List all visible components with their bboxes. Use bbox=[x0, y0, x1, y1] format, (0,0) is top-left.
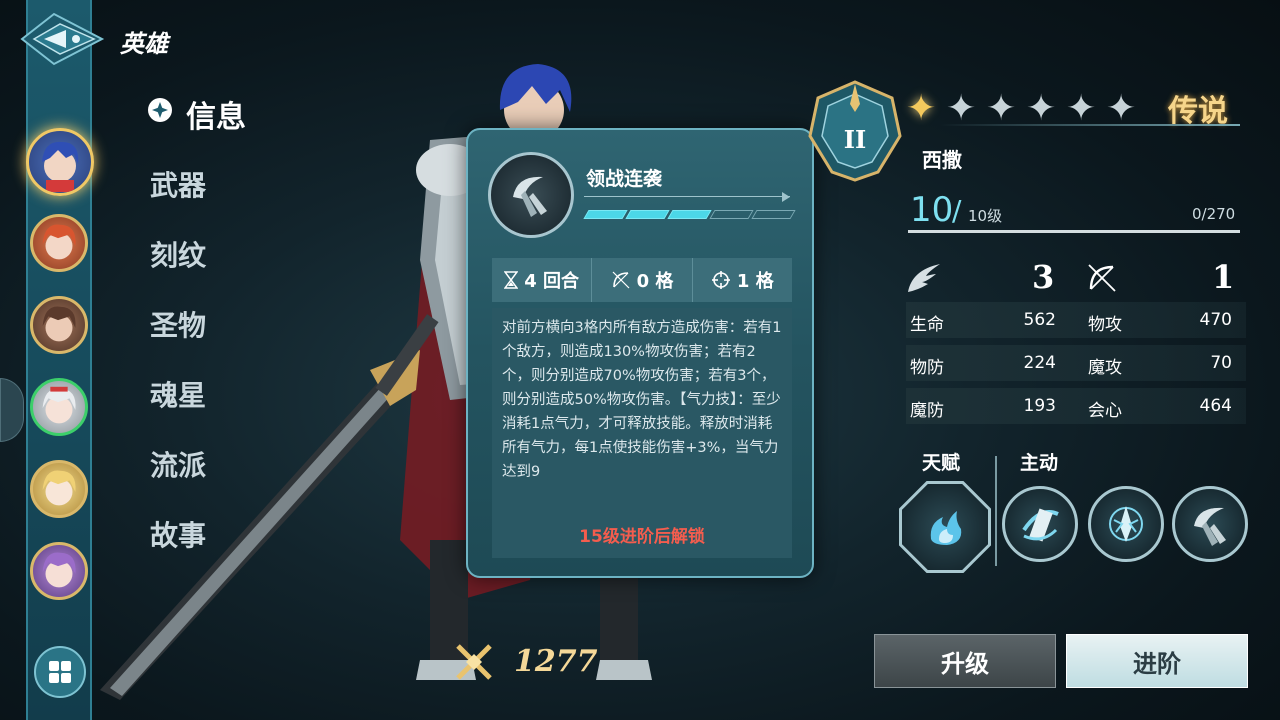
hourglass-icon bbox=[504, 271, 519, 289]
avatar-portrait-icon bbox=[42, 141, 79, 192]
active-skill-2-button[interactable] bbox=[1088, 486, 1164, 562]
advance-button[interactable]: 进阶 bbox=[1066, 634, 1248, 688]
attribute-row: 魔防 193 会心 464 bbox=[906, 388, 1246, 424]
hero-level: 10 bbox=[910, 190, 954, 230]
star-empty-icon: ✦ bbox=[1106, 88, 1137, 129]
spirit-blade-icon bbox=[1109, 506, 1143, 542]
attr-value: 70 bbox=[1210, 353, 1232, 373]
blue-flame-icon bbox=[930, 511, 962, 545]
divider bbox=[584, 196, 790, 197]
hero-list-rail bbox=[26, 0, 92, 720]
star-empty-icon: ✦ bbox=[986, 88, 1017, 129]
attr-label: 生命 bbox=[910, 315, 944, 335]
bow-icon bbox=[612, 271, 630, 289]
range-value: 0 格 bbox=[636, 271, 674, 292]
range-stat: 0 格 bbox=[592, 258, 693, 302]
hero-avatar-2[interactable] bbox=[30, 214, 88, 272]
page-title: 英雄 bbox=[120, 30, 168, 58]
area-stat: 1 格 bbox=[693, 258, 792, 302]
move-value: 3 bbox=[1032, 258, 1055, 296]
skill-name: 领战连袭 bbox=[586, 168, 663, 190]
star-empty-icon: ✦ bbox=[1026, 88, 1057, 129]
hero-avatar-6[interactable] bbox=[30, 542, 88, 600]
star-filled-icon: ✦ bbox=[906, 88, 937, 129]
skill-description-box[interactable]: 对前方横向3格内所有敌方造成伤害：若有1个敌方，则造成130%物攻伤害；若有2个… bbox=[492, 308, 792, 558]
hero-avatar-3[interactable] bbox=[30, 296, 88, 354]
target-icon bbox=[711, 271, 730, 289]
rank-badge-icon: II bbox=[808, 80, 902, 182]
hero-avatar-5[interactable] bbox=[30, 460, 88, 518]
attr-label: 会心 bbox=[1088, 401, 1122, 421]
hero-avatar-xisa[interactable] bbox=[26, 128, 94, 196]
talent-section-title: 天赋 bbox=[922, 452, 961, 474]
star-empty-icon: ✦ bbox=[1066, 88, 1097, 129]
back-arrow-icon bbox=[20, 12, 105, 66]
rank-numeral: II bbox=[844, 125, 866, 154]
grid-icon bbox=[49, 661, 71, 683]
scythe-icon bbox=[1194, 507, 1226, 546]
level-slash: / bbox=[952, 194, 962, 227]
wing-move-icon bbox=[908, 264, 940, 292]
skill-icon-scythe bbox=[488, 152, 574, 238]
skill-description: 对前方横向3格内所有敌方造成伤害：若有1个敌方，则造成130%物攻伤害；若有2个… bbox=[502, 320, 782, 480]
side-drawer-handle[interactable] bbox=[0, 378, 24, 442]
skill-stats-row: 4 回合 0 格 1 格 bbox=[492, 258, 792, 302]
grid-menu-button[interactable] bbox=[34, 646, 86, 698]
attribute-row: 生命 562 物攻 470 bbox=[906, 302, 1246, 338]
avatar-portrait-icon bbox=[42, 470, 76, 506]
attr-label: 魔攻 bbox=[1088, 358, 1122, 378]
combat-power-value: 1277 bbox=[514, 644, 598, 679]
hero-avatar-4[interactable] bbox=[30, 378, 88, 436]
attribute-row: 物防 224 魔攻 70 bbox=[906, 345, 1246, 381]
attr-value: 224 bbox=[1023, 353, 1056, 373]
arrow-right-icon bbox=[782, 192, 790, 202]
exp-bar bbox=[908, 230, 1240, 233]
avatar-portrait-icon bbox=[42, 386, 76, 424]
crossed-swords-icon bbox=[456, 644, 492, 680]
exp-value: 0/270 bbox=[1192, 205, 1236, 223]
slash-wave-icon bbox=[1022, 508, 1059, 542]
cooldown-value: 4 回合 bbox=[524, 271, 580, 292]
attr-value: 464 bbox=[1199, 396, 1232, 416]
level-segment bbox=[625, 210, 670, 219]
attr-value: 562 bbox=[1023, 310, 1056, 330]
star-empty-icon: ✦ bbox=[946, 88, 977, 129]
unlock-requirement: 15级进阶后解锁 bbox=[492, 510, 792, 558]
attr-value: 193 bbox=[1023, 396, 1056, 416]
avatar-portrait-icon bbox=[42, 306, 76, 342]
active-section-title: 主动 bbox=[1020, 452, 1059, 474]
avatar-portrait-icon bbox=[42, 224, 76, 260]
upgrade-button[interactable]: 升级 bbox=[874, 634, 1056, 688]
level-segment bbox=[583, 210, 628, 219]
attr-value: 470 bbox=[1199, 310, 1232, 330]
attr-label: 物防 bbox=[910, 358, 944, 378]
active-skill-3-button[interactable] bbox=[1172, 486, 1248, 562]
scythe-icon bbox=[513, 176, 547, 217]
attr-label: 魔防 bbox=[910, 401, 944, 421]
avatar-portrait-icon bbox=[42, 552, 76, 588]
bow-range-icon bbox=[1088, 264, 1116, 292]
divider bbox=[995, 456, 997, 566]
back-button[interactable] bbox=[14, 8, 110, 70]
level-segment bbox=[667, 210, 712, 219]
attack-range-value: 1 bbox=[1212, 258, 1235, 296]
area-value: 1 格 bbox=[736, 271, 774, 292]
skill-level-bar bbox=[583, 210, 796, 219]
divider bbox=[940, 124, 1240, 126]
level-segment bbox=[709, 210, 754, 219]
attr-label: 物攻 bbox=[1088, 315, 1122, 335]
talent-skill-button[interactable] bbox=[902, 484, 988, 570]
hero-name: 西撒 bbox=[922, 148, 962, 172]
skill-detail-popup: 领战连袭 4 回合 0 格 1 格 对前方横向3格内所有敌方造成伤害：若有1个敌… bbox=[466, 128, 814, 578]
level-max: 10级 bbox=[968, 207, 1003, 225]
active-skill-1-button[interactable] bbox=[1002, 486, 1078, 562]
cooldown-stat: 4 回合 bbox=[492, 258, 593, 302]
level-segment bbox=[751, 210, 796, 219]
